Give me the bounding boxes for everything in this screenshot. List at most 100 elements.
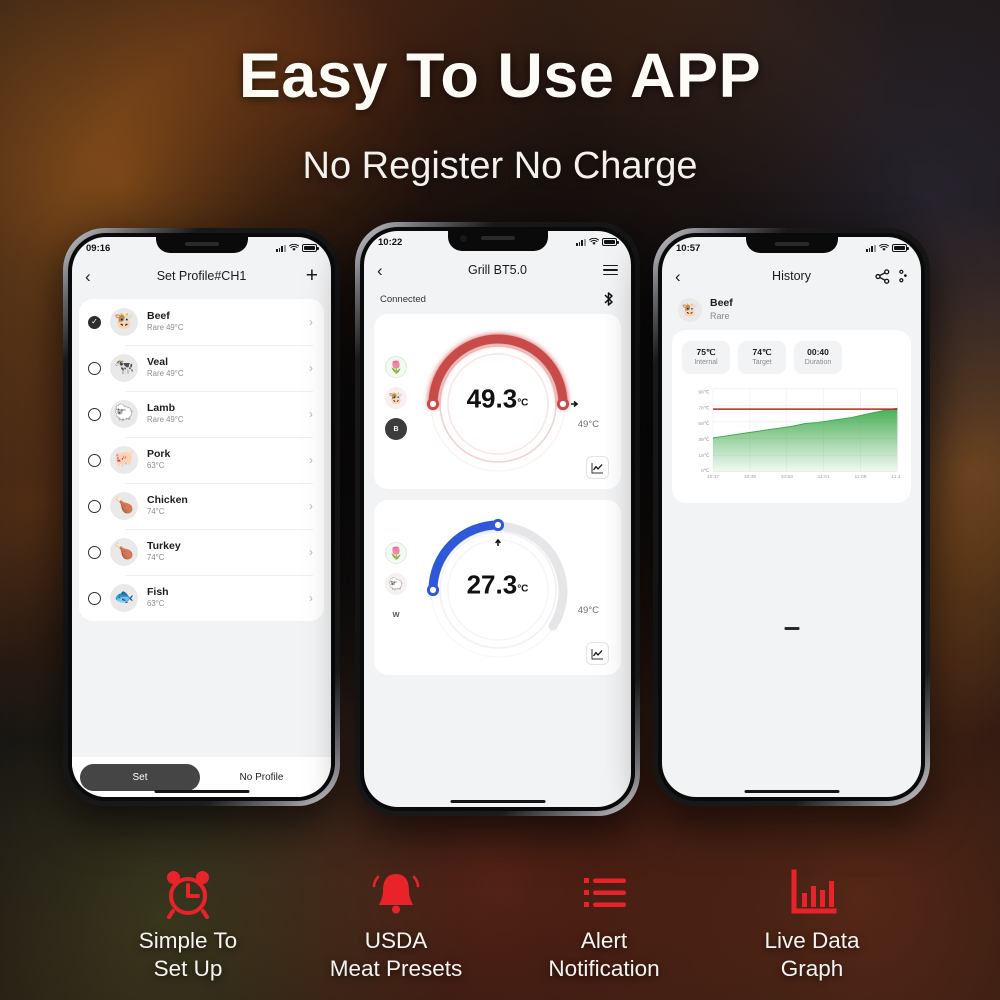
profile-radio[interactable] xyxy=(88,361,101,375)
profile-radio-selected[interactable]: ✓ xyxy=(88,315,101,329)
probe-side-icons: 🌷 🐑 W xyxy=(385,542,407,626)
list-item[interactable]: 🍗 Turkey 74°C › xyxy=(79,529,324,575)
bluetooth-icon[interactable] xyxy=(602,291,615,307)
svg-text:10:37: 10:37 xyxy=(707,474,720,480)
cellular-signal-icon xyxy=(865,244,876,252)
wifi-icon xyxy=(289,244,299,251)
line-chart-icon xyxy=(591,462,603,473)
stat-label: Duration xyxy=(804,359,832,367)
chevron-right-icon: › xyxy=(309,407,313,421)
probe-label-badge: W xyxy=(392,610,400,620)
back-button[interactable]: ‹ xyxy=(675,268,681,285)
phone-mockup-profile-list: 09:16 ‹ Set Profile#CH1 + ✓ 🐮 Beef Rare … xyxy=(63,228,340,806)
no-profile-button[interactable]: No Profile xyxy=(200,772,323,783)
turkey-icon: 🍗 xyxy=(110,538,138,566)
profile-radio[interactable] xyxy=(88,545,101,559)
meat-doneness: Rare xyxy=(710,310,730,321)
collapse-handle[interactable] xyxy=(784,627,799,630)
svg-text:19℃: 19℃ xyxy=(698,453,709,459)
svg-text:11:17: 11:17 xyxy=(891,474,901,480)
svg-text:59℃: 59℃ xyxy=(698,421,709,427)
nav-bar: ‹ History xyxy=(662,259,921,293)
feature-label-line2: Meat Presets xyxy=(329,955,463,981)
stat-chip-duration: 00:40 Duration xyxy=(794,341,842,374)
chevron-right-icon: › xyxy=(309,545,313,559)
hamburger-icon[interactable] xyxy=(603,264,618,276)
home-indicator xyxy=(744,789,839,793)
gauge-value-2: 27.3°C xyxy=(466,569,529,600)
set-button[interactable]: Set xyxy=(80,763,200,791)
profile-desc: Rare 49°C xyxy=(147,415,184,425)
more-options-icon[interactable] xyxy=(899,269,908,284)
home-indicator xyxy=(450,799,545,803)
feature-row: Simple To Set Up USDA Meat Presets Alert… xyxy=(0,863,1000,982)
back-button[interactable]: ‹ xyxy=(85,268,91,285)
stat-label: Internal xyxy=(694,359,718,367)
list-item[interactable]: ✓ 🐮 Beef Rare 49°C › xyxy=(79,299,324,345)
page-subtitle: No Register No Charge xyxy=(302,145,698,187)
cellular-signal-icon xyxy=(575,238,586,246)
probe-side-icons: 🌷 🐮 B xyxy=(385,356,407,440)
profile-radio[interactable] xyxy=(88,499,101,513)
profile-desc: Rare 49°C xyxy=(147,323,184,333)
alarm-clock-icon xyxy=(84,863,292,921)
cellular-signal-icon xyxy=(275,244,286,252)
stat-chips: 75℃ Internal 74℃ Target 00:40 Duration xyxy=(682,341,901,374)
list-item[interactable]: 🍗 Chicken 74°C › xyxy=(79,483,324,529)
sheep-icon: 🐑 xyxy=(385,573,407,595)
svg-text:78℃: 78℃ xyxy=(698,405,709,411)
pig-icon: 🐖 xyxy=(110,446,138,474)
profile-radio[interactable] xyxy=(88,591,101,605)
fish-icon: 🐟 xyxy=(110,584,138,612)
phone-mockup-live-gauges: 10:22 ‹ Grill BT5.0 Connected 🌷 🐮 B 49.3… xyxy=(355,222,640,816)
feature-label-line1: Live Data xyxy=(764,928,860,954)
cow-head-icon: 🐮 xyxy=(385,387,407,409)
list-item[interactable]: 🐑 Lamb Rare 49°C › xyxy=(79,391,324,437)
profile-name: Fish xyxy=(147,586,169,599)
chart-labels: 0℃ 19℃ 39℃ 59℃ 78℃ 98℃ 10:37 10:45 10:53 11:01 11:… xyxy=(698,389,901,480)
profile-desc: 74°C xyxy=(147,553,165,563)
list-item[interactable]: 🐄 Veal Rare 49°C › xyxy=(79,345,324,391)
svg-text:39℃: 39℃ xyxy=(698,437,709,443)
profile-radio[interactable] xyxy=(88,407,101,421)
alert-list-icon xyxy=(500,863,708,921)
chevron-right-icon: › xyxy=(309,499,313,513)
thermometer-icon: 🌷 xyxy=(385,542,407,564)
feature-label-line2: Notification xyxy=(548,955,660,981)
profile-name: Chicken xyxy=(147,494,188,507)
profile-desc: 63°C xyxy=(147,461,165,471)
meat-name: Beef xyxy=(710,297,733,309)
feature-alert-notification: Alert Notification xyxy=(500,863,708,982)
profile-radio[interactable] xyxy=(88,453,101,467)
status-time: 09:16 xyxy=(86,242,111,254)
svg-text:11:01: 11:01 xyxy=(818,474,830,480)
history-card: 75℃ Internal 74℃ Target 00:40 Duration 0… xyxy=(672,330,911,503)
add-profile-button[interactable]: + xyxy=(306,265,318,286)
svg-text:98℃: 98℃ xyxy=(698,389,709,395)
profile-list: ✓ 🐮 Beef Rare 49°C › 🐄 Veal Rare 49°C › … xyxy=(79,299,324,621)
probe-card-2: 🌷 🐑 W 27.3°C 49°C xyxy=(374,500,621,675)
list-item[interactable]: 🐖 Pork 63°C › xyxy=(79,437,324,483)
cow-icon: 🐄 xyxy=(110,354,138,382)
phone-mockup-history: 10:57 ‹ History 🐮 Beef Rare 75℃ Internal… xyxy=(653,228,930,806)
chicken-icon: 🍗 xyxy=(110,492,138,520)
chevron-right-icon: › xyxy=(309,361,313,375)
feature-label-line2: Graph xyxy=(780,955,844,981)
feature-label-line1: Simple To xyxy=(138,928,238,954)
probe-label-badge: B xyxy=(385,418,407,440)
connection-status-label: Connected xyxy=(380,293,426,305)
view-chart-button-2[interactable] xyxy=(586,642,609,665)
chevron-right-icon: › xyxy=(309,315,313,329)
list-item[interactable]: 🐟 Fish 63°C › xyxy=(79,575,324,621)
page-title: Easy To Use APP xyxy=(238,41,762,111)
svg-text:10:53: 10:53 xyxy=(781,474,794,480)
feature-usda-meat-presets: USDA Meat Presets xyxy=(292,863,500,982)
view-chart-button-1[interactable] xyxy=(586,456,609,479)
chevron-right-icon: › xyxy=(309,453,313,467)
thermometer-icon: 🌷 xyxy=(385,356,407,378)
share-icon[interactable] xyxy=(875,268,890,284)
chevron-right-icon: › xyxy=(309,591,313,605)
cow-head-icon: 🐮 xyxy=(110,308,138,336)
wifi-icon xyxy=(589,238,599,245)
back-button[interactable]: ‹ xyxy=(377,262,383,279)
